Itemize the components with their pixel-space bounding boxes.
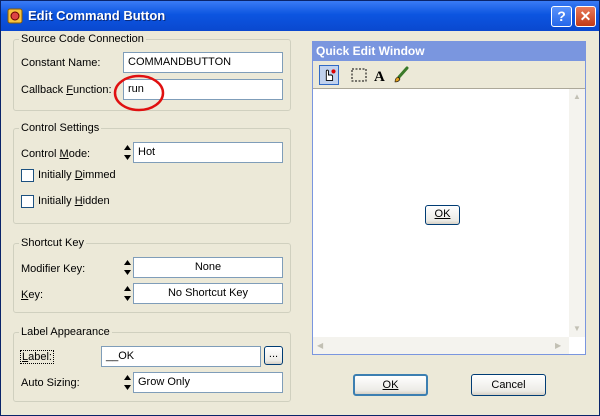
constant-name-value: COMMANDBUTTON — [128, 56, 232, 68]
control-settings-group-title: Control Settings — [19, 122, 102, 134]
help-button[interactable]: ? — [551, 6, 572, 27]
hand-pointer-icon[interactable] — [319, 65, 339, 85]
selection-rect-icon[interactable] — [349, 65, 369, 85]
control-mode-spinner[interactable] — [123, 143, 132, 162]
key-value: No Shortcut Key — [167, 287, 249, 299]
cancel-button[interactable]: Cancel — [471, 374, 546, 396]
modifier-key-value: None — [194, 261, 222, 273]
highlight-circle — [113, 74, 165, 112]
auto-sizing-label: Auto Sizing: — [21, 377, 80, 389]
label-label: Label: — [20, 350, 54, 364]
constant-name-label: Constant Name: — [21, 57, 101, 69]
constant-name-field[interactable]: COMMANDBUTTON — [123, 52, 283, 73]
edit-command-button-dialog: Edit Command Button ? ✕ Source Code Conn… — [0, 0, 600, 416]
modifier-key-label: Modifier Key: — [21, 263, 86, 275]
control-mode-label: Control Mode: — [21, 148, 91, 160]
auto-sizing-spinner[interactable] — [123, 373, 132, 392]
close-button[interactable]: ✕ — [575, 6, 596, 27]
shortcut-key-group-title: Shortcut Key — [19, 237, 86, 249]
ok-button[interactable]: OK — [353, 374, 428, 396]
initially-dimmed-label[interactable]: Initially Dimmed — [38, 169, 116, 181]
quick-edit-title: Quick Edit Window — [313, 42, 585, 61]
label-browse-button[interactable]: ... — [264, 346, 283, 365]
scroll-left-icon[interactable]: ◀ — [317, 341, 323, 351]
key-spinner[interactable] — [123, 284, 132, 303]
ok-label: OK — [382, 379, 399, 391]
text-A-icon[interactable]: A — [370, 65, 390, 85]
svg-text:A: A — [374, 69, 385, 85]
title-bar[interactable]: Edit Command Button ? ✕ — [1, 1, 599, 31]
control-mode-field[interactable]: Hot — [133, 142, 283, 163]
app-icon — [7, 8, 23, 24]
scroll-right-icon[interactable]: ▶ — [555, 341, 561, 351]
quick-edit-window: Quick Edit Window A OK ▲ ▼ ◀ ▶ — [312, 41, 586, 355]
preview-ok-label: OK — [434, 208, 451, 220]
source-code-group-title: Source Code Connection — [19, 33, 146, 45]
auto-sizing-value: Grow Only — [138, 376, 190, 388]
modifier-key-field[interactable]: None — [133, 257, 283, 278]
key-field[interactable]: No Shortcut Key — [133, 283, 283, 304]
key-label: Key: — [21, 289, 44, 301]
horizontal-scrollbar[interactable]: ◀ ▶ — [313, 337, 569, 354]
close-icon: ✕ — [579, 8, 592, 24]
callback-function-label: Callback Function: — [21, 84, 112, 96]
preview-ok-button[interactable]: OK — [425, 205, 460, 225]
control-mode-value: Hot — [138, 146, 156, 158]
label-field[interactable]: __OK — [101, 346, 261, 367]
cancel-label: Cancel — [491, 379, 526, 391]
modifier-key-spinner[interactable] — [123, 258, 132, 277]
help-icon: ? — [557, 8, 566, 24]
scroll-down-icon[interactable]: ▼ — [573, 324, 581, 334]
vertical-scrollbar[interactable]: ▲ ▼ — [569, 89, 585, 337]
label-appearance-group-title: Label Appearance — [19, 326, 112, 338]
initially-dimmed-checkbox[interactable] — [21, 169, 34, 182]
initially-hidden-checkbox[interactable] — [21, 195, 34, 208]
quick-edit-toolbar: A — [313, 61, 585, 89]
auto-sizing-field[interactable]: Grow Only — [133, 372, 283, 393]
scroll-up-icon[interactable]: ▲ — [573, 92, 581, 102]
window-title: Edit Command Button — [28, 8, 166, 23]
initially-hidden-label[interactable]: Initially Hidden — [38, 195, 110, 207]
label-value: __OK — [106, 350, 135, 362]
brush-icon[interactable] — [391, 65, 411, 85]
browse-label: ... — [268, 348, 279, 360]
